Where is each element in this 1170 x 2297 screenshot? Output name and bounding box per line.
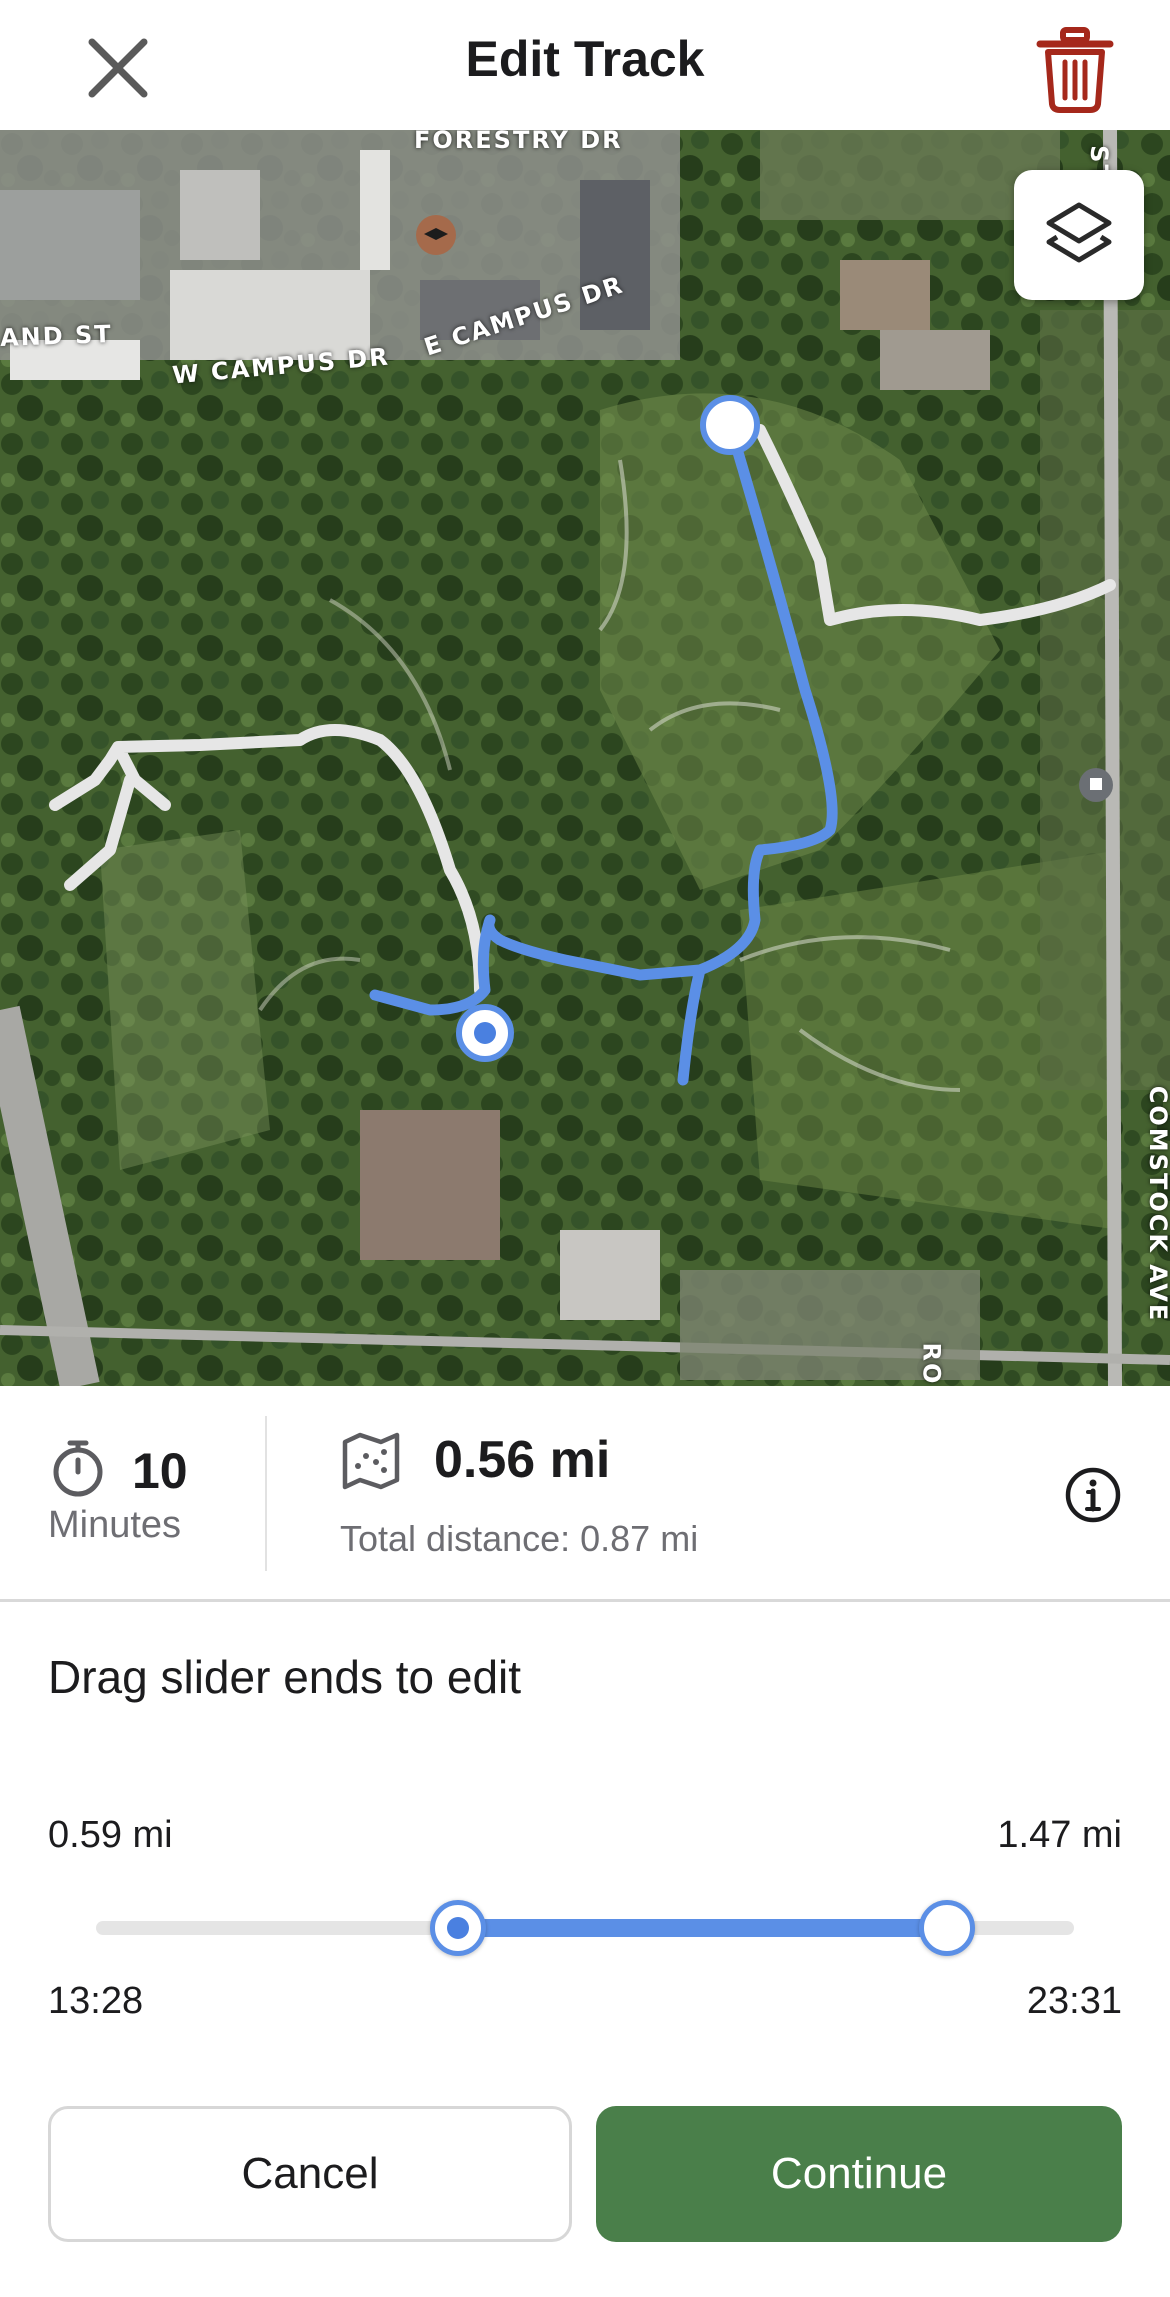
continue-button[interactable]: Continue — [596, 2106, 1122, 2242]
slider-selected-range — [457, 1919, 947, 1937]
page-title: Edit Track — [465, 31, 705, 87]
trash-icon[interactable] — [1030, 24, 1120, 114]
end-time-label: 23:31 — [1026, 1980, 1122, 2022]
stats-panel: 10 Minutes 0.56 mi Total distance: 0.87 … — [0, 1386, 1170, 1602]
layers-button[interactable] — [1014, 170, 1144, 300]
cancel-button[interactable]: Cancel — [48, 2106, 572, 2242]
map-distance-icon — [342, 1432, 400, 1490]
edit-hint: Drag slider ends to edit — [48, 1651, 522, 1703]
time-value: 10 — [132, 1443, 188, 1499]
start-distance-label: 0.59 mi — [48, 1814, 173, 1856]
start-time-label: 13:28 — [48, 1980, 144, 2022]
layers-icon — [1046, 202, 1112, 263]
info-icon[interactable] — [1064, 1466, 1122, 1524]
header: Edit Track — [0, 0, 1170, 130]
street-label-comstock: COMSTOCK AVE — [1144, 1085, 1170, 1323]
range-slider[interactable] — [96, 1900, 1074, 1956]
stopwatch-icon — [53, 1440, 103, 1497]
total-distance: Total distance: 0.87 mi — [340, 1518, 699, 1559]
distance-value: 0.56 mi — [434, 1431, 611, 1489]
slider-end-handle[interactable] — [918, 1900, 975, 1956]
map-view[interactable]: FORESTRY DR AND ST W CAMPUS DR E CAMPUS … — [0, 130, 1170, 1386]
satellite-map — [0, 130, 1170, 1386]
end-distance-label: 1.47 mi — [997, 1814, 1122, 1856]
stats-divider — [265, 1416, 267, 1571]
street-label-forestry: FORESTRY DR — [414, 130, 623, 154]
street-label-ro: RO — [917, 1342, 946, 1386]
time-unit: Minutes — [48, 1504, 182, 1546]
street-label-land-st: AND ST — [0, 320, 114, 352]
slider-start-handle[interactable] — [429, 1900, 486, 1956]
